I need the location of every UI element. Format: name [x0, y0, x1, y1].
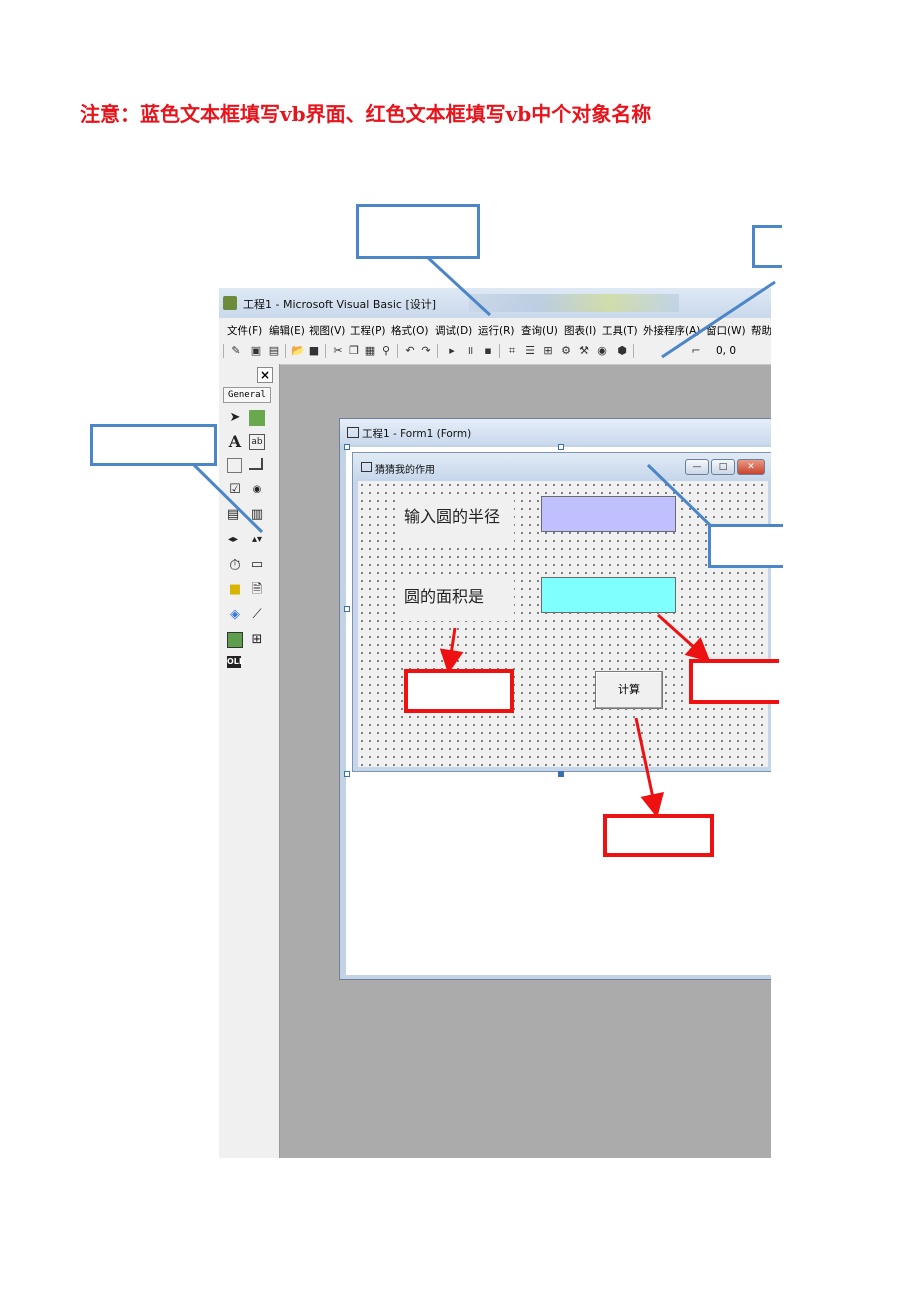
blue-connector-toolbox: [191, 462, 264, 534]
blue-connector-form: [646, 463, 714, 529]
red-answer-box-label[interactable]: [404, 669, 514, 713]
blue-connector-toolbar: [661, 280, 776, 359]
red-arrow-label: [439, 627, 464, 674]
annotation-arrows: [191, 253, 776, 818]
red-answer-box-button[interactable]: [603, 814, 714, 857]
red-arrow-button: [634, 717, 664, 818]
blue-answer-box-form[interactable]: [708, 524, 783, 568]
red-arrow-textbox: [656, 613, 711, 663]
blue-answer-box-menubar[interactable]: [356, 204, 480, 259]
blue-answer-box-toolbar[interactable]: [752, 225, 782, 268]
red-answer-box-textbox[interactable]: [689, 659, 779, 704]
blue-connector-menubar: [423, 253, 492, 317]
blue-answer-box-toolbox[interactable]: [90, 424, 217, 466]
